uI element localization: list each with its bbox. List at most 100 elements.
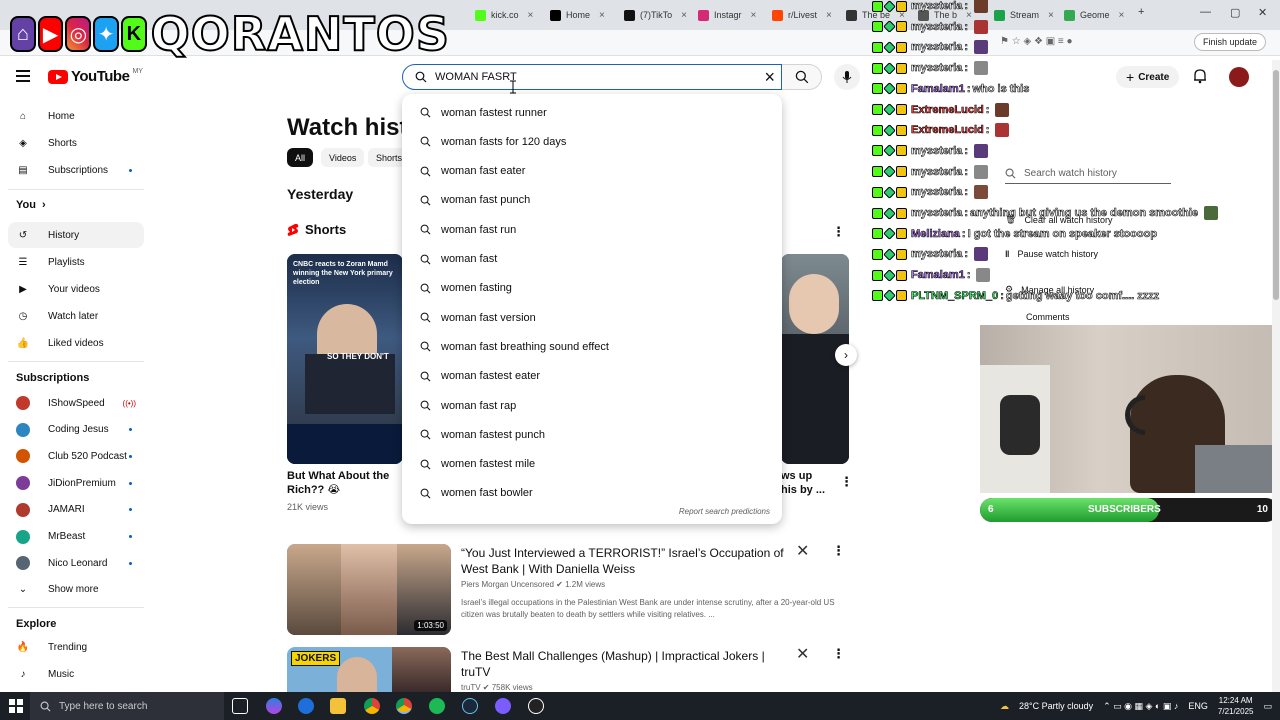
sidebar-subscription-item[interactable]: JAMARI [8,497,144,523]
channel-name[interactable]: Piers Morgan Uncensored [461,580,554,589]
filter-chip-videos[interactable]: Videos [321,148,365,167]
steam-icon[interactable] [462,698,478,714]
menu-icon[interactable] [16,70,30,85]
search-suggestion[interactable]: woman fasts for 120 days [402,127,782,156]
search-suggestion[interactable]: woman fast rap [402,391,782,420]
chat-emote [974,185,989,200]
chrome-active-icon[interactable] [396,698,412,714]
search-suggestion[interactable]: woman fast breathing sound effect [402,332,782,361]
short-thumbnail[interactable]: CNBC reacts to Zoran Mamd winning the Ne… [287,254,403,464]
weather-icon: ☁ [999,700,1009,711]
sidebar-subscription-item[interactable]: Coding Jesus [8,417,144,443]
edge-icon[interactable] [298,698,314,714]
search-suggestion[interactable]: woman fastest eater [402,362,782,391]
channel-name[interactable]: truTV [461,683,481,692]
sidebar-subscription-item[interactable]: IShowSpeed ((•)) [8,390,144,416]
search-box[interactable]: × [402,64,782,90]
search-suggestion[interactable]: woman fastest runner [402,98,782,127]
comments-label: Comments [1026,312,1070,322]
scrollbar-thumb[interactable] [1273,70,1279,300]
sidebar-subscription-item[interactable]: Nico Leonard [8,550,144,576]
search-suggestion[interactable]: woman fast [402,245,782,274]
language-indicator[interactable]: ENG [1188,701,1208,711]
chrome-icon[interactable] [364,698,380,714]
sidebar-item-watch-later[interactable]: ◷ Watch later [8,303,144,329]
task-view-icon[interactable] [232,698,248,714]
video-more-icon[interactable]: ⋮ [832,646,845,662]
search-suggestion[interactable]: women fastest mile [402,450,782,479]
sidebar-you-heading[interactable]: You › [16,199,46,211]
chat-emote [974,164,989,179]
search-suggestion[interactable]: women fasting [402,274,782,303]
browser-tab[interactable]: (7)TikTo × [618,4,693,26]
close-tab-icon[interactable]: × [826,10,832,21]
sidebar-item-history[interactable]: ↺ History [8,222,144,248]
weather-text[interactable]: 28°C Partly cloudy [1019,701,1093,711]
short-title[interactable]: But What About the Rich?? 😭 [287,469,403,497]
close-tab-icon[interactable]: × [528,10,534,21]
search-suggestion[interactable]: woman fast eater [402,157,782,186]
sidebar-item-trending[interactable]: 🔥 Trending [8,635,144,661]
windows-start-icon[interactable] [9,699,23,713]
sidebar-item-your-videos[interactable]: ▶ Your videos [8,276,144,302]
sidebar-subscription-item[interactable]: Club 520 Podcast [8,443,144,469]
kick-badge-icon [872,228,883,240]
browser-tab[interactable]: Home × [544,4,611,26]
shorts-more-icon[interactable]: ⋮ [832,224,845,240]
notification-center-icon[interactable]: ▭ [1263,701,1272,712]
search-suggestion[interactable]: woman fastest punch [402,420,782,449]
sidebar-item-shorts[interactable]: ◈ Shorts [8,130,144,156]
taskbar-search-placeholder: Type here to search [59,700,148,712]
video-thumbnail[interactable]: 1:03:50 [287,544,451,635]
sidebar-item-playlists[interactable]: ☰ Playlists [8,249,144,275]
sidebar-item-liked-videos[interactable]: 👍 Liked videos [8,330,144,356]
close-tab-icon[interactable]: × [599,10,605,21]
search-suggestion[interactable]: woman fast punch [402,186,782,215]
close-tab-icon[interactable]: × [751,10,757,21]
search-icon [420,195,431,206]
sidebar-subscription-item[interactable]: JiDionPremium [8,470,144,496]
video-more-icon[interactable]: ⋮ [832,543,845,559]
clock[interactable]: 12:24 AM 7/21/2025 [1218,695,1254,717]
file-explorer-icon[interactable] [330,698,346,714]
show-more-button[interactable]: ⌄ Show more [8,577,144,603]
copilot-icon[interactable] [266,698,282,714]
next-arrow-button[interactable]: › [835,344,857,366]
tab-favicon-icon [550,9,561,21]
browser-tab[interactable]: kick.co × [469,4,539,26]
search-input[interactable] [435,71,755,83]
search-suggestion[interactable]: woman fast version [402,303,782,332]
search-suggestion[interactable]: women fast bowler [402,479,782,508]
filter-chip-all[interactable]: All [287,148,314,167]
clear-search-icon[interactable]: × [764,68,775,86]
video-thumbnail[interactable]: JOKERS [287,647,451,692]
sidebar-item-home[interactable]: ⌂ Home [8,103,144,129]
close-window-button[interactable]: ✕ [1258,6,1267,19]
short-title[interactable]: ws up his by ... [781,469,831,497]
new-content-dot [129,428,132,432]
comments-link[interactable]: Comments [1026,312,1070,322]
sidebar-item-subscriptions[interactable]: ▤ Subscriptions [8,157,144,183]
video-title[interactable]: “You Just Interviewed a TERRORIST!” Isra… [461,545,791,577]
obs-icon[interactable] [495,698,511,714]
search-suggestion[interactable]: woman fast run [402,215,782,244]
app-icon[interactable] [528,698,544,714]
search-button[interactable] [782,64,822,90]
remove-from-history-icon[interactable]: ✕ [796,541,809,561]
spotify-icon[interactable] [429,698,445,714]
voice-search-button[interactable] [834,64,860,90]
taskbar-search[interactable]: Type here to search [30,692,224,720]
search-icon [420,488,431,499]
browser-tab[interactable]: r/Livest × [766,4,838,26]
report-predictions-link[interactable]: Report search predictions [679,507,770,516]
youtube-logo[interactable]: YouTube MY [48,68,143,85]
sidebar-subscription-item[interactable]: MrBeast [8,524,144,550]
sidebar-item-music[interactable]: ♪ Music [8,662,144,688]
short-more-icon[interactable]: ⋮ [840,474,853,490]
video-title[interactable]: The Best Mall Challenges (Mashup) | Impr… [461,648,791,680]
close-tab-icon[interactable]: × [681,10,687,21]
sidebar-item-label: Shorts [48,137,77,149]
tray-icons[interactable]: ⌃ ▭ ◉ ▦ ◈ ◐ ▣ ♪ [1103,701,1178,712]
remove-from-history-icon[interactable]: ✕ [796,644,809,664]
browser-tab[interactable]: Instagr × [692,4,762,26]
